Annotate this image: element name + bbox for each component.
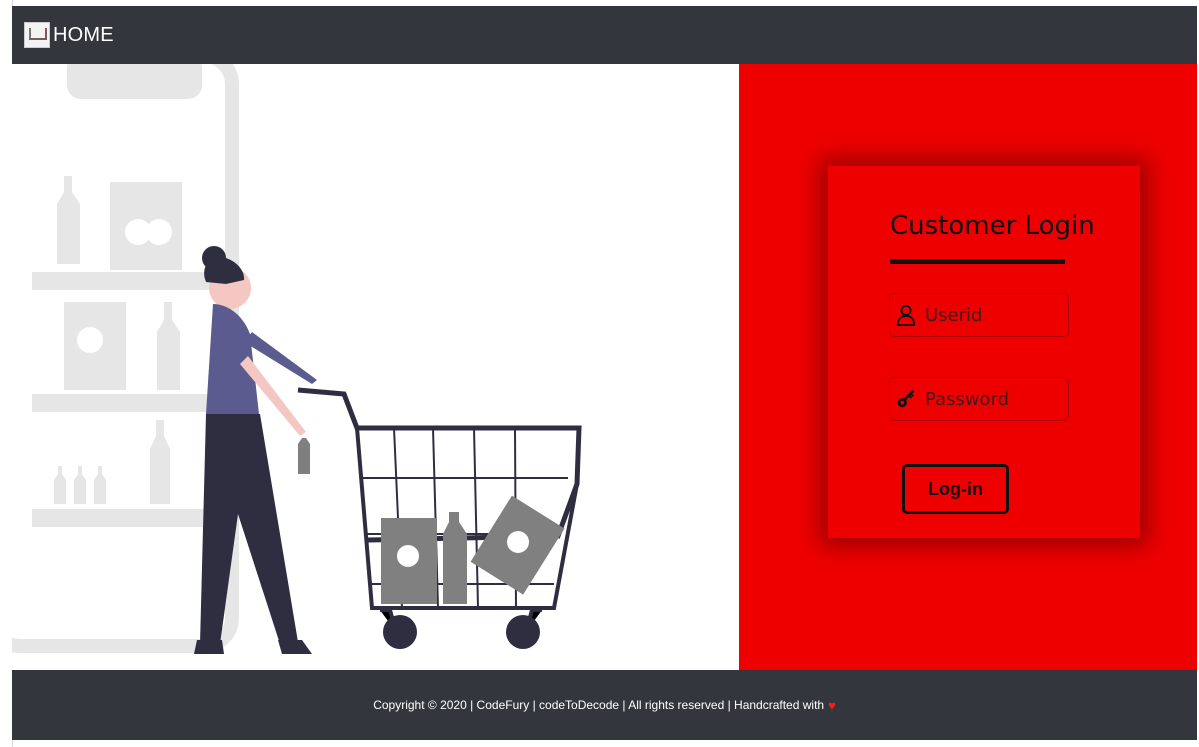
userid-field[interactable] bbox=[889, 293, 1069, 337]
footer: Copyright © 2020 | CodeFury | codeToDeco… bbox=[12, 670, 1197, 740]
login-title: Customer Login bbox=[890, 211, 1095, 241]
top-navbar: HOME bbox=[12, 6, 1197, 64]
cart-logo-icon[interactable] bbox=[24, 22, 50, 48]
password-input[interactable] bbox=[923, 387, 1062, 411]
userid-input[interactable] bbox=[923, 303, 1062, 327]
login-button[interactable]: Log-in bbox=[902, 464, 1009, 514]
footer-copyright: Copyright © 2020 | CodeFury | codeToDeco… bbox=[373, 698, 825, 712]
shopping-illustration-panel bbox=[12, 64, 739, 670]
key-icon bbox=[897, 389, 915, 408]
user-icon bbox=[896, 304, 916, 326]
shopping-woman-cart-illustration bbox=[12, 64, 582, 654]
heart-icon: ♥ bbox=[828, 697, 836, 713]
title-underline bbox=[890, 259, 1065, 264]
home-link[interactable]: HOME bbox=[53, 24, 114, 47]
login-card: Customer Login Log-in bbox=[828, 166, 1140, 538]
password-field[interactable] bbox=[889, 377, 1069, 421]
